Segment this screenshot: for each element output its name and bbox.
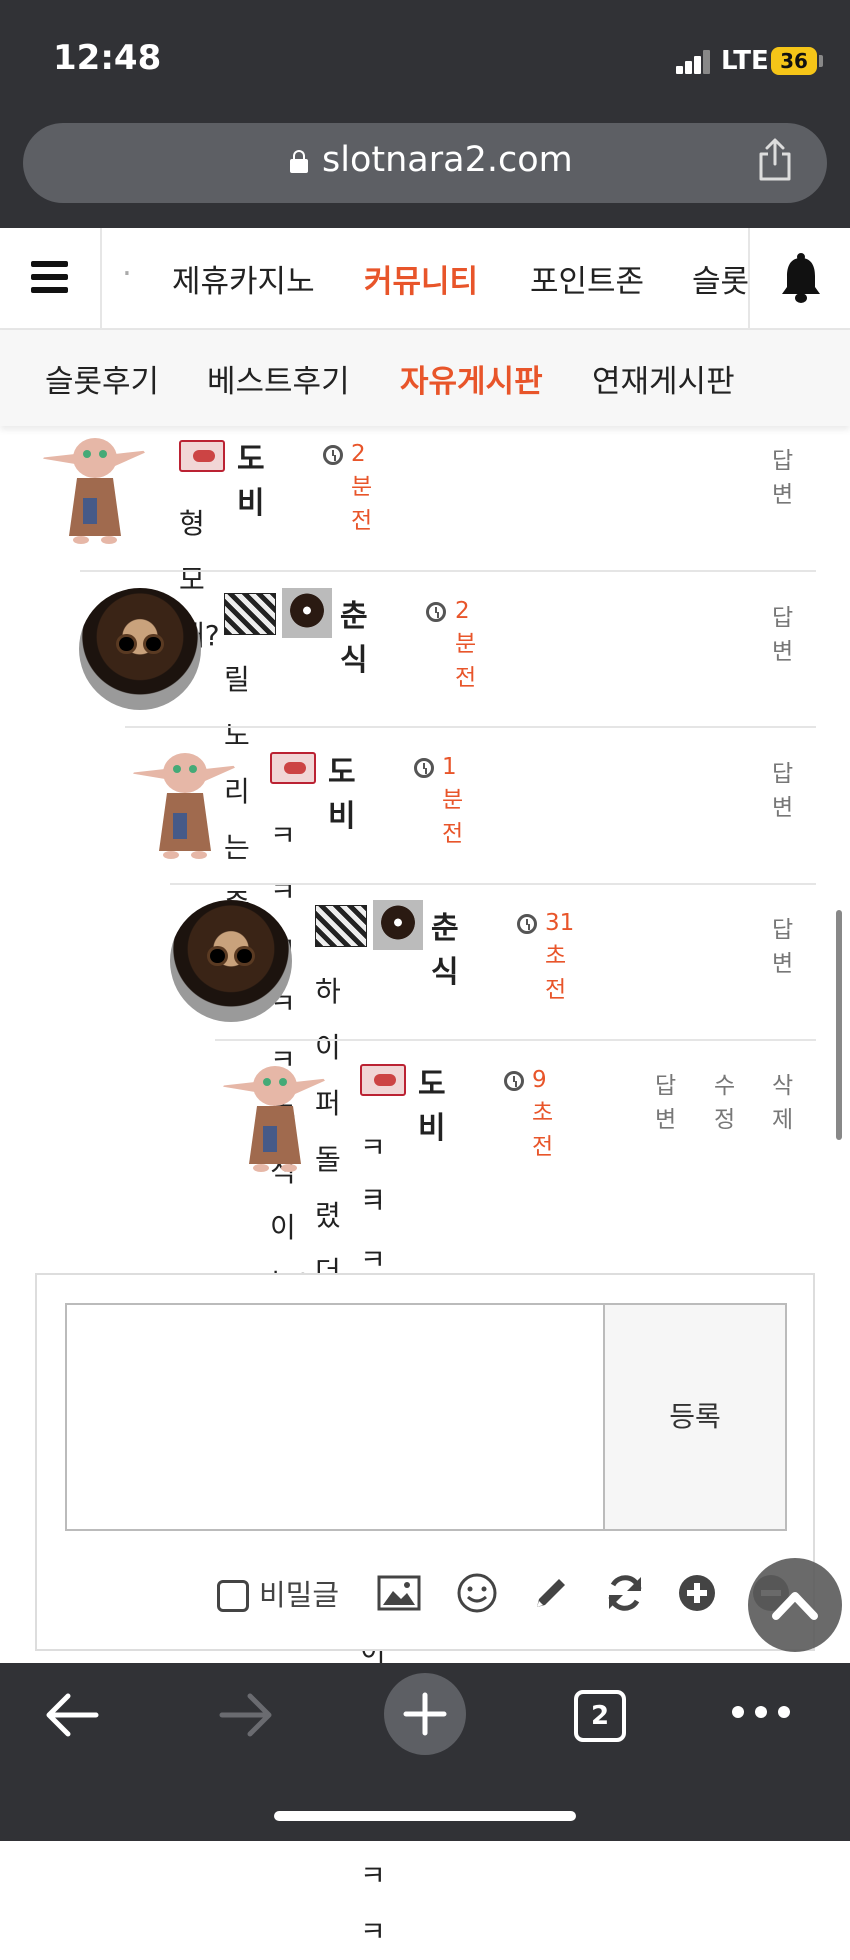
forward-arrow-icon[interactable] — [218, 1691, 274, 1739]
home-indicator — [274, 1811, 576, 1821]
clock-icon — [504, 1071, 524, 1091]
nav-item-community[interactable]: 커뮤니티 — [364, 256, 478, 301]
avatar — [219, 1066, 331, 1172]
image-icon[interactable] — [377, 1571, 421, 1615]
clock-icon — [517, 914, 537, 934]
nav-item-partner-casino[interactable]: 제휴카지노 — [172, 256, 315, 301]
share-icon[interactable] — [758, 138, 792, 182]
reply-button[interactable]: 답변 — [655, 1066, 676, 1134]
level-badge-icon — [360, 1064, 406, 1096]
subnav-serial-board[interactable]: 연재게시판 — [592, 356, 735, 401]
level-badge-icon — [179, 440, 225, 472]
refresh-icon[interactable] — [603, 1571, 647, 1615]
clock-icon — [426, 602, 446, 622]
reply-button[interactable]: 답변 — [772, 910, 793, 978]
comment-form: 등록 비밀글 — [35, 1273, 815, 1651]
url-text[interactable]: slotnara2.com — [322, 140, 573, 180]
nav-item-prev[interactable]: · — [122, 256, 132, 292]
battery-tip — [819, 55, 823, 67]
clock-icon — [323, 445, 343, 465]
more-icon[interactable] — [730, 1704, 792, 1720]
reply-button[interactable]: 답변 — [772, 754, 793, 822]
pencil-icon[interactable] — [529, 1571, 573, 1615]
comment-time: 31초전 — [545, 910, 575, 1003]
battery-icon: 36 — [771, 47, 817, 75]
smile-icon[interactable] — [455, 1571, 499, 1615]
comment-username[interactable]: 도비 — [237, 434, 265, 522]
secret-label: 비밀글 — [259, 1578, 340, 1612]
sub-nav: 슬롯후기 베스트후기 자유게시판 연재게시판 — [0, 330, 850, 426]
comment-username[interactable]: 도비 — [418, 1059, 446, 1147]
comment-textarea[interactable] — [65, 1303, 605, 1531]
divider — [170, 883, 816, 885]
menu-icon[interactable] — [0, 228, 102, 328]
edit-button[interactable]: 수정 — [714, 1066, 735, 1134]
comment-username[interactable]: 도비 — [328, 747, 356, 835]
submit-button[interactable]: 등록 — [603, 1303, 787, 1531]
divider — [80, 570, 816, 572]
comment-text-line2: ㅋ — [360, 1181, 386, 1214]
bell-icon — [782, 253, 820, 303]
level-badge-icon — [270, 752, 316, 784]
secret-checkbox[interactable] — [217, 1580, 249, 1612]
comment-time: 2분전 — [455, 598, 477, 691]
back-arrow-icon[interactable] — [44, 1691, 100, 1739]
user-thumb-icon — [373, 900, 423, 950]
scrollbar[interactable] — [836, 910, 842, 1140]
subnav-free-board[interactable]: 자유게시판 — [400, 356, 543, 401]
divider — [125, 726, 816, 728]
scroll-top-button[interactable] — [748, 1558, 842, 1652]
subnav-slot-review[interactable]: 슬롯후기 — [45, 356, 159, 401]
avatar — [170, 900, 292, 1022]
nav-scroller[interactable]: · 제휴카지노 커뮤니티 포인트존 슬롯 — [102, 228, 748, 328]
avatar — [129, 753, 241, 859]
network-label: LTE — [721, 46, 769, 76]
signal-icon — [676, 50, 712, 74]
plus-icon — [403, 1692, 447, 1736]
reply-button[interactable]: 답변 — [772, 441, 793, 509]
comment-time: 9초전 — [532, 1067, 554, 1160]
level-badge-icon — [224, 593, 276, 635]
divider — [215, 1039, 816, 1041]
notification-button[interactable] — [748, 228, 850, 328]
status-time: 12:48 — [53, 38, 162, 78]
main-nav: · 제휴카지노 커뮤니티 포인트존 슬롯 — [0, 228, 850, 330]
subnav-best-review[interactable]: 베스트후기 — [207, 356, 350, 401]
user-thumb-icon — [282, 588, 332, 638]
lock-icon — [290, 150, 308, 173]
comment-time: 1분전 — [442, 754, 464, 847]
nav-item-slot[interactable]: 슬롯 — [692, 256, 748, 301]
reply-button[interactable]: 답변 — [772, 598, 793, 666]
new-tab-button[interactable] — [384, 1673, 466, 1755]
level-badge-icon — [315, 905, 367, 947]
comment-username[interactable]: 춘식 — [431, 903, 459, 991]
avatar — [39, 438, 151, 544]
avatar — [79, 588, 201, 710]
clock-icon — [414, 758, 434, 778]
delete-button[interactable]: 삭제 — [772, 1066, 793, 1134]
plus-circle-icon[interactable] — [675, 1571, 719, 1615]
comment-username[interactable]: 춘식 — [340, 591, 368, 679]
comment-time: 2분전 — [351, 441, 373, 534]
tabs-button[interactable]: 2 — [574, 1690, 626, 1742]
chevron-up-icon — [772, 1592, 818, 1620]
nav-item-point-zone[interactable]: 포인트존 — [530, 256, 644, 301]
